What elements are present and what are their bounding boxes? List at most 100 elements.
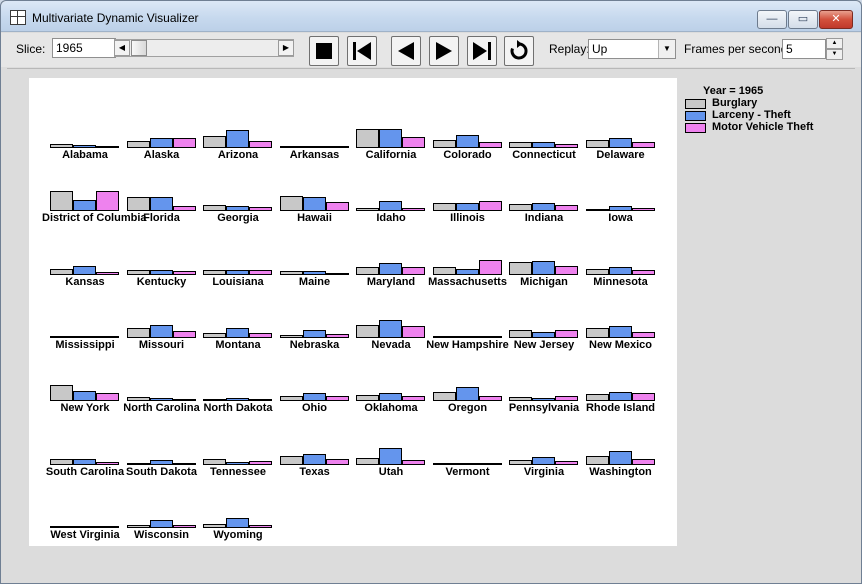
replay-select[interactable]: Up ▼: [588, 39, 676, 59]
bar-florida-motor-vehicle-theft: [172, 206, 196, 212]
fps-input[interactable]: 5: [782, 39, 826, 59]
bar-connecticut-burglary: [509, 142, 532, 148]
bar-north-dakota-motor-vehicle-theft: [249, 399, 272, 402]
legend-swatch-larceny-theft: [685, 111, 706, 121]
bar-ohio-larceny-theft: [302, 393, 326, 402]
minimize-button[interactable]: —: [757, 10, 787, 29]
bar-north-carolina-motor-vehicle-theft: [172, 399, 196, 402]
bar-west-virginia-burglary: [50, 525, 73, 528]
slice-field[interactable]: 1965: [52, 38, 116, 58]
bar-kentucky-burglary: [126, 269, 150, 275]
bar-mississippi-larceny-theft: [73, 335, 96, 338]
bar-district-of-columbia-burglary: [50, 191, 73, 212]
bar-iowa-burglary: [585, 209, 609, 212]
state-chart-pennsylvania: Pennsylvania: [509, 341, 585, 414]
bar-north-dakota-larceny-theft: [226, 398, 249, 402]
bar-south-carolina-burglary: [50, 458, 73, 465]
bar-arizona-burglary: [203, 136, 226, 148]
app-window: Multivariate Dynamic Visualizer — ▭ ✕ Sl…: [0, 0, 862, 584]
state-chart-north-dakota: North Dakota: [203, 341, 279, 414]
state-chart-south-dakota: South Dakota: [126, 405, 203, 478]
stop-icon: [316, 43, 332, 59]
chevron-down-icon[interactable]: ▼: [658, 40, 675, 58]
bar-kansas-burglary: [50, 268, 73, 275]
last-frame-button[interactable]: [467, 36, 497, 66]
state-chart-nevada: Nevada: [356, 278, 432, 351]
state-chart-maine: Maine: [279, 215, 356, 288]
bar-georgia-larceny-theft: [226, 206, 249, 212]
bar-iowa-motor-vehicle-theft: [631, 208, 655, 212]
state-chart-new-mexico: New Mexico: [585, 278, 662, 351]
bar-pennsylvania-larceny-theft: [532, 398, 555, 402]
bar-rhode-island-motor-vehicle-theft: [631, 393, 655, 402]
bar-delaware-motor-vehicle-theft: [631, 142, 655, 148]
bar-nevada-larceny-theft: [379, 319, 402, 338]
bar-district-of-columbia-motor-vehicle-theft: [96, 191, 119, 212]
bar-maryland-motor-vehicle-theft: [402, 266, 425, 275]
bar-maine-burglary: [279, 270, 303, 275]
bar-alaska-motor-vehicle-theft: [172, 138, 196, 148]
state-label: Texas: [299, 465, 330, 478]
state-chart-new-hampshire: New Hampshire: [426, 278, 509, 351]
state-label: Vermont: [445, 465, 490, 478]
bar-utah-motor-vehicle-theft: [402, 459, 425, 465]
bar-alaska-larceny-theft: [149, 138, 173, 148]
scroll-left-icon[interactable]: ◀: [114, 40, 130, 56]
bar-montana-burglary: [203, 332, 226, 338]
bar-louisiana-motor-vehicle-theft: [249, 269, 272, 275]
bar-georgia-burglary: [203, 205, 226, 212]
close-button[interactable]: ✕: [819, 10, 853, 29]
bar-south-carolina-larceny-theft: [73, 458, 96, 465]
bar-illinois-larceny-theft: [455, 203, 479, 212]
bar-missouri-motor-vehicle-theft: [172, 330, 196, 338]
state-chart-maryland: Maryland: [356, 215, 432, 288]
bar-hawaii-larceny-theft: [302, 197, 326, 212]
play-icon: [436, 42, 452, 60]
skip-back-icon: [353, 42, 371, 60]
bar-ohio-burglary: [279, 396, 303, 402]
bar-louisiana-larceny-theft: [226, 269, 249, 275]
scroll-thumb[interactable]: [131, 40, 147, 56]
spin-up-icon[interactable]: ▲: [826, 38, 843, 49]
bar-arizona-motor-vehicle-theft: [249, 141, 272, 148]
bar-new-mexico-larceny-theft: [608, 325, 632, 338]
bar-massachusetts-larceny-theft: [455, 268, 479, 275]
spin-down-icon[interactable]: ▼: [826, 49, 843, 60]
slice-scrollbar[interactable]: ◀ ▶: [114, 39, 294, 57]
first-frame-button[interactable]: [347, 36, 377, 66]
bar-california-burglary: [356, 129, 379, 148]
bar-pennsylvania-burglary: [509, 397, 532, 402]
bar-south-dakota-motor-vehicle-theft: [172, 462, 196, 465]
replay-button[interactable]: [504, 36, 534, 66]
bar-kansas-larceny-theft: [73, 265, 96, 275]
bar-wyoming-motor-vehicle-theft: [249, 524, 272, 528]
bar-texas-motor-vehicle-theft: [325, 458, 349, 465]
state-chart-montana: Montana: [203, 278, 279, 351]
bar-georgia-motor-vehicle-theft: [249, 207, 272, 212]
stop-button[interactable]: [309, 36, 339, 66]
legend-label-larceny-theft: Larceny - Theft: [712, 109, 791, 121]
bar-new-jersey-motor-vehicle-theft: [555, 329, 578, 338]
state-chart-hawaii: Hawaii: [279, 151, 356, 224]
state-chart-west-virginia: West Virginia: [50, 468, 126, 541]
bar-alabama-larceny-theft: [73, 145, 96, 148]
state-chart-michigan: Michigan: [509, 215, 585, 288]
bar-new-york-larceny-theft: [73, 391, 96, 402]
state-label: Virginia: [523, 465, 565, 478]
bar-alaska-burglary: [126, 141, 150, 148]
bar-arizona-larceny-theft: [226, 130, 249, 148]
bar-maine-motor-vehicle-theft: [325, 272, 349, 275]
bar-indiana-burglary: [509, 204, 532, 212]
scroll-right-icon[interactable]: ▶: [278, 40, 294, 56]
step-forward-button[interactable]: [429, 36, 459, 66]
bar-missouri-burglary: [126, 327, 150, 338]
bar-new-jersey-larceny-theft: [532, 331, 555, 338]
state-chart-utah: Utah: [356, 405, 432, 478]
bar-texas-burglary: [279, 455, 303, 465]
toolbar-divider: [7, 68, 855, 69]
maximize-button[interactable]: ▭: [788, 10, 818, 29]
bar-north-carolina-larceny-theft: [149, 398, 173, 402]
bar-south-carolina-motor-vehicle-theft: [96, 461, 119, 465]
step-back-button[interactable]: [391, 36, 421, 66]
bar-utah-larceny-theft: [379, 447, 402, 465]
